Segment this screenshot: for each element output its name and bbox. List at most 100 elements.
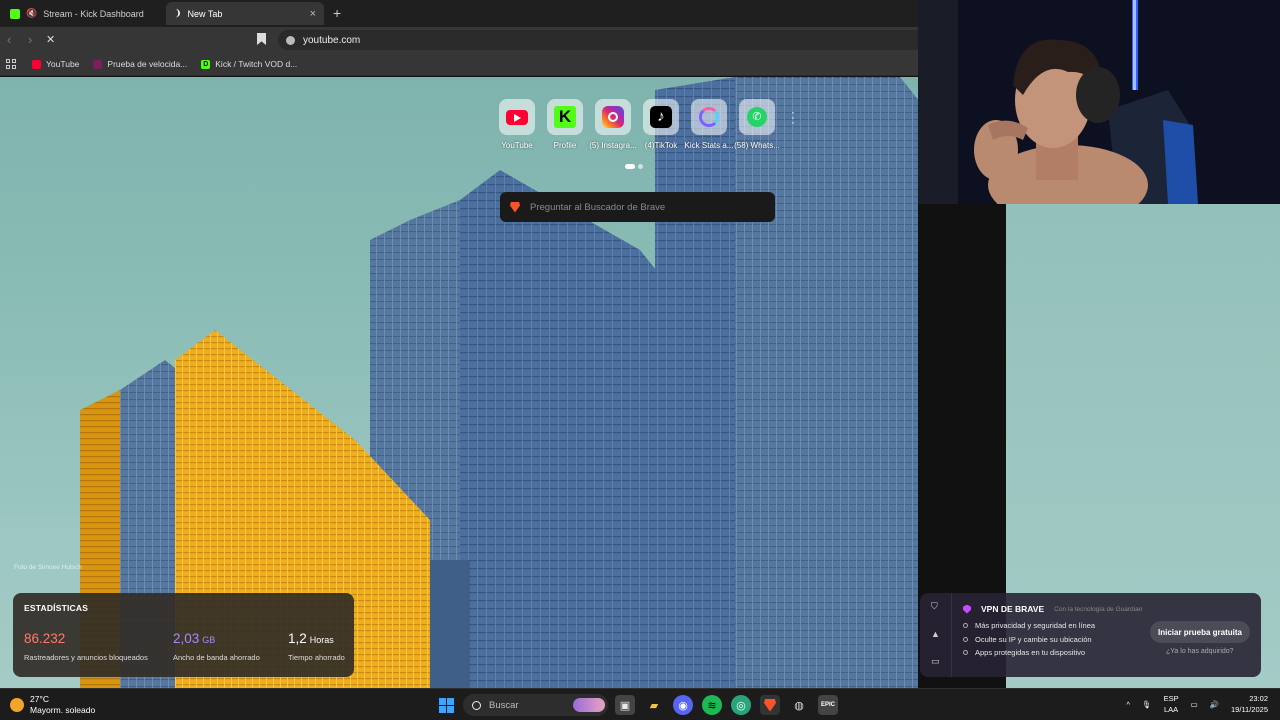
page-dot[interactable] — [638, 164, 643, 169]
shortcut-label: (4)TikTok — [644, 141, 678, 150]
shortcut-youtube[interactable]: YouTube — [495, 99, 539, 150]
kick-vod-favicon-icon: D — [201, 59, 211, 69]
date: 19/11/2025 — [1231, 705, 1268, 714]
search-placeholder: Preguntar al Buscador de Brave — [530, 201, 666, 213]
windows-start-icon[interactable] — [436, 695, 456, 715]
tab-new-tab[interactable]: ❩ New Tab × — [166, 2, 324, 25]
stat-value: 86.232 — [24, 631, 66, 646]
bookmark-icon[interactable] — [257, 33, 266, 45]
shield-icon[interactable]: ⛉ — [931, 601, 938, 612]
address-bar[interactable]: youtube.com — [278, 30, 918, 50]
bookmark-label: YouTube — [46, 59, 80, 69]
shortcut-kick-stats[interactable]: Kick Stats a... — [684, 99, 734, 150]
brave-taskbar-icon[interactable] — [760, 695, 780, 715]
spotify-icon[interactable]: ≋ — [702, 695, 722, 715]
obs-icon[interactable]: ◍ — [789, 695, 809, 715]
shortcut-whatsapp[interactable]: ✆ (58) Whats... — [734, 99, 780, 150]
clock[interactable]: 23:02 19/11/2025 — [1231, 693, 1268, 715]
bookmark-label: Prueba de velocida... — [107, 59, 188, 69]
instagram-icon — [595, 99, 631, 135]
taskbar-search[interactable]: Buscar — [463, 694, 608, 716]
new-tab-button[interactable]: + — [333, 5, 341, 21]
tab-kick-dashboard[interactable]: 🔇 Stream - Kick Dashboard — [2, 2, 162, 25]
mute-icon[interactable]: 🔇 — [26, 8, 37, 19]
already-purchased-link[interactable]: ¿Ya lo has adquirido? — [1166, 648, 1234, 655]
card-icon[interactable]: ▭ — [931, 656, 940, 667]
microphone-icon[interactable]: 🎙 — [1142, 700, 1152, 709]
shortcut-tiktok[interactable]: ♪ (4)TikTok — [639, 99, 683, 150]
vpn-feature: Más privacidad y seguridad en línea — [963, 621, 1095, 630]
stats-heading: ESTADÍSTICAS — [24, 603, 89, 613]
photo-credit[interactable]: Foto de Simone Hutsch — [14, 564, 82, 571]
chevron-up-icon[interactable]: ^ — [1127, 700, 1131, 709]
file-explorer-icon[interactable]: ▰ — [644, 695, 664, 715]
youtube-favicon-icon — [32, 59, 41, 69]
webcam-overlay — [918, 0, 1280, 204]
bookmark-speed-test[interactable]: Prueba de velocida... — [93, 59, 187, 69]
feature-text: Apps protegidas en tu dispositivo — [975, 648, 1086, 657]
bookmark-kick-twitch-vod[interactable]: D Kick / Twitch VOD d... — [201, 59, 297, 69]
page-dots[interactable] — [625, 164, 643, 169]
vpn-title: VPN DE BRAVE — [981, 604, 1045, 614]
feature-text: Más privacidad y seguridad en línea — [975, 621, 1096, 630]
language-indicator[interactable]: ESP LAA — [1164, 693, 1179, 715]
loading-icon: ❩ — [174, 8, 182, 18]
start-trial-button[interactable]: Iniciar prueba gratuita — [1150, 621, 1250, 643]
vpn-widget: ⛉ ▲ ▭ VPN DE BRAVE Con la tecnología de … — [920, 593, 1261, 677]
weather-desc: Mayorm. soleado — [30, 705, 96, 715]
vpn-feature: Apps protegidas en tu dispositivo — [963, 648, 1085, 657]
xbox-icon[interactable]: ◎ — [731, 695, 751, 715]
shortcut-label: YouTube — [501, 141, 533, 150]
bookmarks-bar: YouTube Prueba de velocida... D Kick / T… — [0, 53, 918, 76]
site-info-icon[interactable] — [286, 35, 295, 45]
toolbar: ‹ › ✕ youtube.com — [0, 27, 918, 53]
windows-taskbar: 27°C Mayorm. soleado Buscar ▣ ▰ ◉ ≋ ◎ ◍ E… — [0, 688, 1280, 720]
shortcut-label: (5) Instagra... — [589, 141, 637, 150]
search-highlight-icon — [573, 698, 605, 712]
stat-desc: Rastreadores y anuncios bloqueados — [24, 653, 148, 662]
stat-unit: GB — [202, 635, 216, 645]
brave-search-box[interactable]: Preguntar al Buscador de Brave — [500, 192, 775, 222]
lang-primary: ESP — [1163, 694, 1179, 703]
alert-icon[interactable]: ▲ — [931, 629, 940, 639]
time: 23:02 — [1249, 694, 1268, 703]
bookmark-label: Kick / Twitch VOD d... — [215, 59, 298, 69]
vpn-title-row: VPN DE BRAVE Con la tecnología de Guardi… — [963, 604, 1142, 614]
tab-title: Stream - Kick Dashboard — [43, 8, 144, 19]
network-icon[interactable]: ▭ — [1191, 700, 1198, 709]
volume-icon[interactable]: 🔊 — [1210, 700, 1219, 709]
url-text: youtube.com — [303, 34, 361, 46]
stat-value: 2,03 — [173, 631, 200, 646]
stat-desc: Tiempo ahorrado — [288, 653, 345, 662]
shortcut-profile[interactable]: K Profile — [543, 99, 587, 150]
webcam-person-image — [918, 0, 1280, 204]
check-icon — [963, 623, 968, 628]
task-view-icon[interactable]: ▣ — [615, 695, 635, 715]
stat-unit: Horas — [309, 635, 334, 645]
kick-icon: K — [547, 99, 583, 135]
epic-games-icon[interactable]: EPIC — [818, 695, 838, 715]
close-tab-icon[interactable]: × — [310, 8, 316, 20]
back-icon[interactable]: ‹ — [7, 32, 11, 47]
browser-window: Foto de Simone Hutsch 🔇 Stream - Kick Da… — [0, 0, 918, 688]
temperature: 27°C — [30, 694, 49, 704]
stats-widget: ESTADÍSTICAS 86.232 Rastreadores y anunc… — [13, 593, 354, 677]
apps-grid-icon[interactable] — [6, 59, 16, 69]
widget-rail: ⛉ ▲ ▭ — [920, 593, 952, 677]
stop-loading-icon[interactable]: ✕ — [46, 33, 55, 46]
forward-icon[interactable]: › — [28, 32, 32, 47]
more-shortcuts-icon[interactable]: · · · — [791, 106, 795, 128]
shortcut-instagram[interactable]: (5) Instagra... — [589, 99, 637, 150]
discord-icon[interactable]: ◉ — [673, 695, 693, 715]
vpn-logo-icon — [963, 604, 971, 614]
feature-text: Oculte su IP y cambie su ubicación — [975, 635, 1092, 644]
kick-stats-icon — [691, 99, 727, 135]
shortcut-label: (58) Whats... — [734, 141, 780, 150]
weather-widget[interactable]: 27°C Mayorm. soleado — [10, 694, 95, 716]
shortcut-label: Kick Stats a... — [684, 141, 734, 150]
speedtest-favicon-icon — [93, 59, 103, 69]
page-dot-active[interactable] — [625, 164, 635, 169]
bookmark-youtube[interactable]: YouTube — [32, 59, 79, 69]
vpn-feature: Oculte su IP y cambie su ubicación — [963, 635, 1092, 644]
stat-bandwidth: 2,03 GB Ancho de banda ahorrado — [173, 630, 260, 662]
